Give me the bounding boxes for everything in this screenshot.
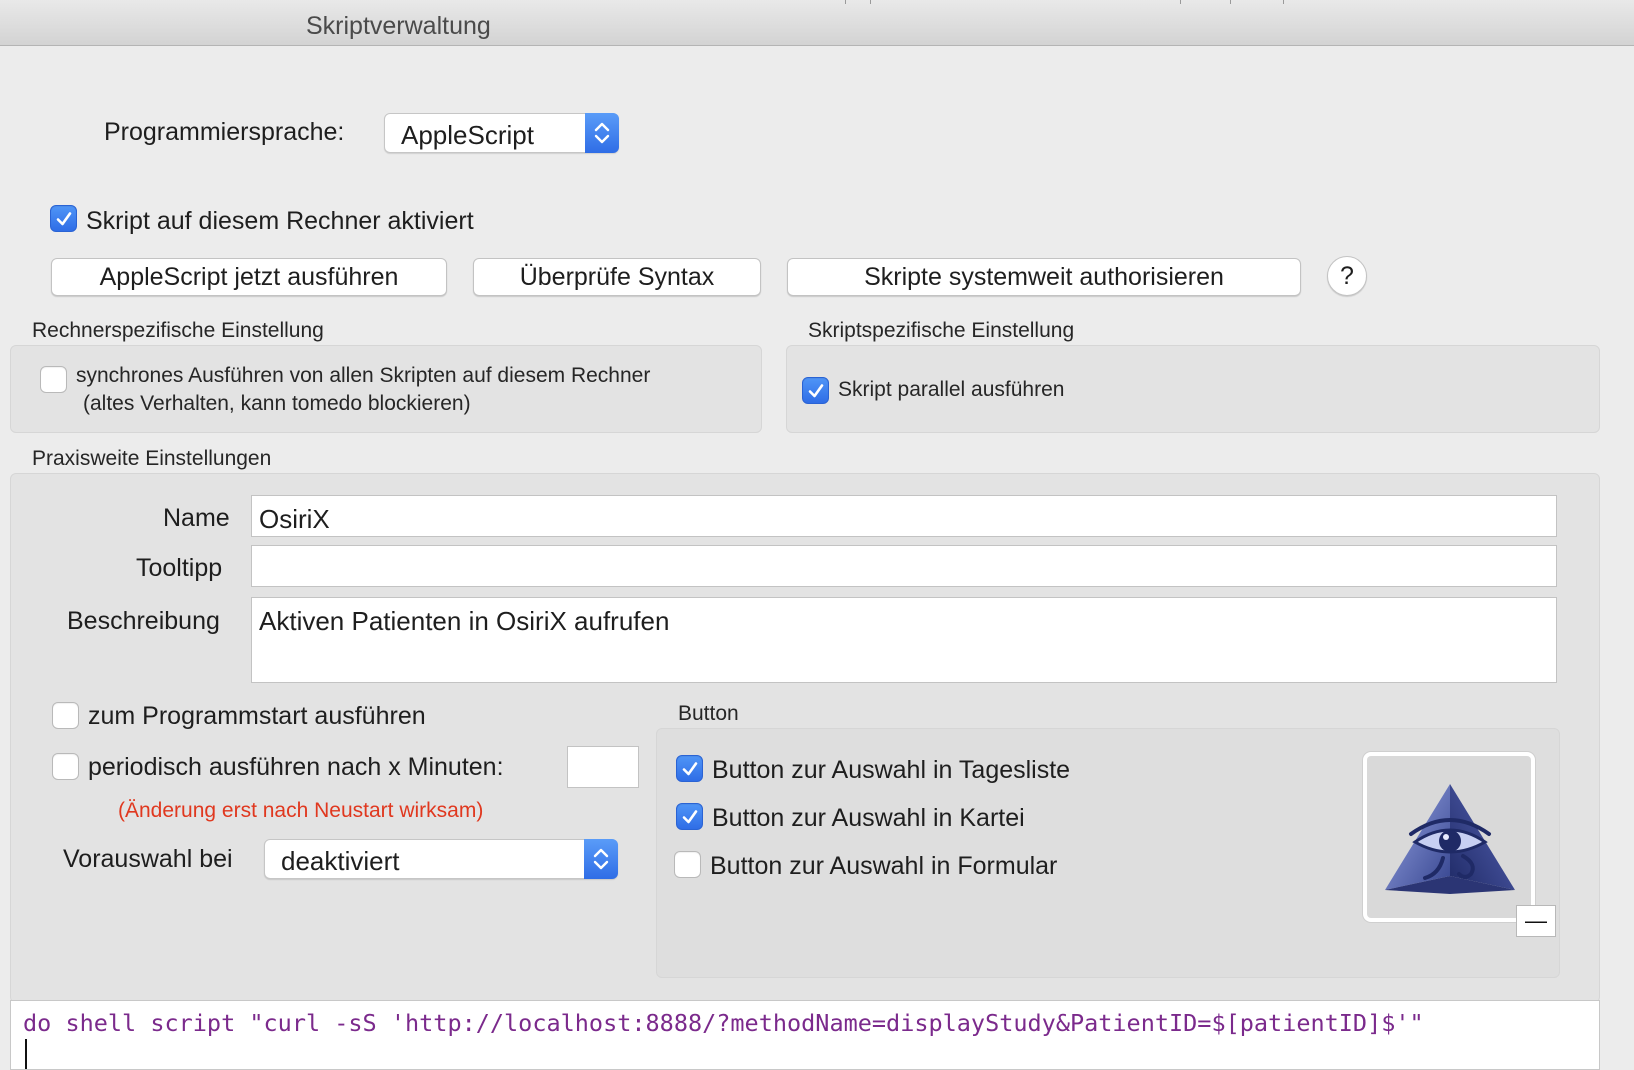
checkmark-icon bbox=[56, 212, 72, 226]
tagesliste-label: Button zur Auswahl in Tagesliste bbox=[712, 756, 1071, 784]
script-enabled-checkbox[interactable] bbox=[50, 205, 77, 232]
name-field[interactable]: OsiriX bbox=[251, 495, 1557, 537]
minus-icon: — bbox=[1525, 908, 1547, 933]
help-button[interactable]: ? bbox=[1327, 256, 1367, 296]
restart-hint: (Änderung erst nach Neustart wirksam) bbox=[118, 799, 484, 822]
script-settings-title: Skriptspezifische Einstellung bbox=[808, 319, 1075, 342]
language-selected-value: AppleScript bbox=[401, 120, 534, 150]
tooltip-label: Tooltipp bbox=[136, 554, 223, 582]
preselect-value: deaktiviert bbox=[281, 846, 400, 876]
periodic-run-checkbox[interactable] bbox=[52, 753, 79, 780]
machine-settings-group bbox=[10, 345, 762, 433]
language-label: Programmiersprache: bbox=[104, 118, 345, 146]
window-title: Skriptverwaltung bbox=[306, 12, 491, 40]
osirix-eye-pyramid-icon bbox=[1385, 784, 1515, 894]
checkmark-icon bbox=[682, 810, 698, 824]
sync-execution-note: (altes Verhalten, kann tomedo blockieren… bbox=[83, 392, 471, 415]
updown-arrows-icon bbox=[585, 113, 619, 153]
run-script-button[interactable]: AppleScript jetzt ausführen bbox=[51, 258, 447, 296]
button-group-title: Button bbox=[678, 702, 739, 725]
preselect-select[interactable]: deaktiviert bbox=[264, 839, 618, 879]
check-syntax-button[interactable]: Überprüfe Syntax bbox=[473, 258, 761, 296]
authorize-scripts-button[interactable]: Skripte systemweit authorisieren bbox=[787, 258, 1301, 296]
button-icon-well[interactable] bbox=[1363, 752, 1535, 922]
tagesliste-checkbox[interactable] bbox=[676, 755, 703, 782]
periodic-run-label: periodisch ausführen nach x Minuten: bbox=[88, 753, 504, 781]
text-caret bbox=[25, 1039, 27, 1069]
toolbar-divider bbox=[1180, 0, 1181, 4]
kartei-label: Button zur Auswahl in Kartei bbox=[712, 804, 1025, 832]
description-field[interactable]: Aktiven Patienten in OsiriX aufrufen bbox=[251, 597, 1557, 683]
parallel-execution-checkbox[interactable] bbox=[802, 377, 829, 404]
script-code-editor[interactable]: do shell script "curl -sS 'http://localh… bbox=[10, 1000, 1600, 1070]
tooltip-field[interactable] bbox=[251, 545, 1557, 587]
run-on-start-checkbox[interactable] bbox=[52, 702, 79, 729]
remove-icon-button[interactable]: — bbox=[1516, 905, 1556, 937]
title-bar: Skriptverwaltung bbox=[0, 0, 1634, 46]
formular-label: Button zur Auswahl in Formular bbox=[710, 852, 1058, 880]
practice-settings-title: Praxisweite Einstellungen bbox=[32, 447, 272, 470]
sync-execution-label: synchrones Ausführen von allen Skripten … bbox=[76, 364, 651, 387]
checkmark-icon bbox=[682, 762, 698, 776]
kartei-checkbox[interactable] bbox=[676, 803, 703, 830]
parallel-execution-label: Skript parallel ausführen bbox=[838, 378, 1065, 401]
sync-execution-checkbox[interactable] bbox=[40, 366, 67, 393]
toolbar-divider bbox=[845, 0, 846, 4]
description-label: Beschreibung bbox=[67, 607, 220, 635]
name-label: Name bbox=[163, 504, 230, 532]
updown-arrows-icon bbox=[584, 839, 618, 879]
run-on-start-label: zum Programmstart ausführen bbox=[88, 702, 426, 730]
language-select[interactable]: AppleScript bbox=[384, 113, 619, 153]
toolbar-divider bbox=[870, 0, 871, 4]
periodic-minutes-field[interactable] bbox=[567, 746, 639, 788]
toolbar-divider bbox=[1283, 0, 1284, 4]
formular-checkbox[interactable] bbox=[674, 851, 701, 878]
toolbar-divider bbox=[1230, 0, 1231, 4]
code-line: do shell script "curl -sS 'http://localh… bbox=[23, 1009, 1424, 1037]
script-enabled-label: Skript auf diesem Rechner aktiviert bbox=[86, 207, 474, 235]
machine-settings-title: Rechnerspezifische Einstellung bbox=[32, 319, 324, 342]
checkmark-icon bbox=[808, 384, 824, 398]
preselect-label: Vorauswahl bei bbox=[63, 845, 233, 873]
